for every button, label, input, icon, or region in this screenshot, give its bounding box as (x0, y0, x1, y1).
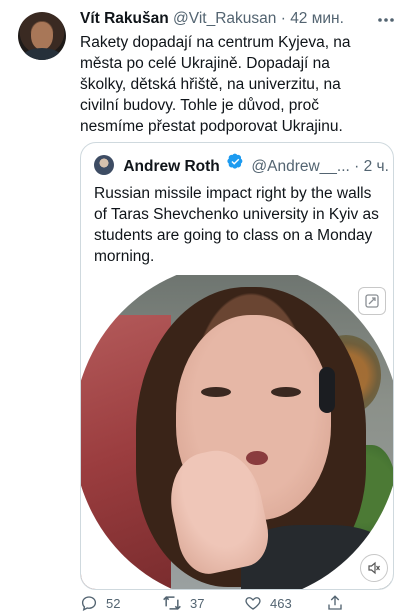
quoted-tweet[interactable]: Andrew Roth @Andrew__... · 2 ч. Russian … (80, 142, 394, 590)
author-handle[interactable]: @Vit_Rakusan (173, 10, 276, 27)
video-circle-mask (81, 275, 393, 589)
expand-media-icon[interactable] (358, 287, 386, 315)
retweet-icon (163, 596, 181, 610)
quoted-header: Andrew Roth @Andrew__... · 2 ч. (94, 153, 389, 177)
like-count: 463 (270, 595, 292, 611)
avatar-face (31, 22, 53, 50)
like-icon (245, 597, 261, 610)
quoted-time[interactable]: 2 ч. (364, 158, 389, 175)
video-player[interactable] (81, 275, 393, 589)
retweet-count: 37 (190, 595, 205, 611)
share-icon (328, 595, 342, 610)
tweet-time[interactable]: 42 мин. (290, 10, 344, 27)
volume-icon[interactable] (360, 554, 388, 582)
author-avatar[interactable] (18, 12, 66, 60)
reply-count: 52 (106, 595, 121, 611)
more-icon[interactable] (375, 10, 397, 28)
tweet-actions: 52 37 463 (80, 592, 380, 614)
separator-dot: · (280, 10, 286, 27)
avatar-shirt (22, 48, 62, 60)
verified-badge-icon (227, 153, 244, 177)
quoted-avatar[interactable] (94, 155, 114, 175)
share-button[interactable] (326, 592, 352, 614)
reply-button[interactable]: 52 (80, 592, 120, 614)
quoted-separator-dot: · (354, 158, 360, 176)
reply-icon (81, 596, 97, 611)
tweet-text: Rakety dopadají na centrum Kyjeva, na mě… (80, 34, 351, 135)
tweet-header: Vít Rakušan @Vit_Rakusan · 42 мин. (80, 8, 400, 30)
quoted-author-handle[interactable]: @Andrew__... (251, 158, 349, 175)
like-button[interactable]: 463 (244, 592, 292, 614)
quoted-author-name[interactable]: Andrew Roth (123, 158, 219, 175)
author-name[interactable]: Vít Rakušan (80, 10, 169, 27)
retweet-button[interactable]: 37 (162, 592, 204, 614)
quoted-text: Russian missile impact right by the wall… (94, 185, 379, 265)
more-dots (378, 18, 394, 22)
